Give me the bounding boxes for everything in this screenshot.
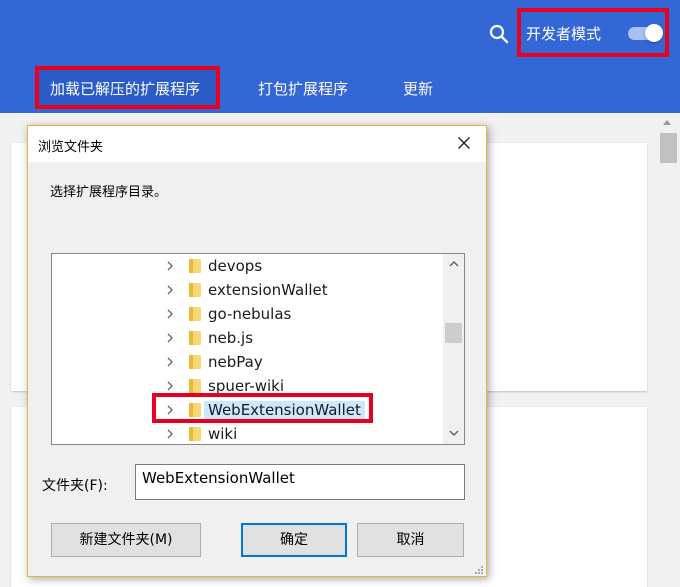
chevron-right-icon[interactable] bbox=[165, 381, 175, 391]
chevron-right-icon[interactable] bbox=[165, 357, 175, 367]
folder-icon bbox=[189, 427, 201, 441]
tree-item-label: nebPay bbox=[208, 353, 263, 371]
folder-field-label: 文件夹(F): bbox=[42, 478, 108, 494]
ok-button[interactable]: 确定 bbox=[241, 523, 347, 557]
selection-highlight bbox=[152, 393, 373, 423]
tree-item-label: wiki bbox=[208, 425, 238, 443]
chevron-right-icon[interactable] bbox=[165, 261, 175, 271]
folder-input[interactable]: WebExtensionWallet bbox=[135, 464, 465, 500]
tree-item-label: devops bbox=[208, 257, 263, 275]
folder-icon bbox=[189, 379, 201, 393]
folder-input-value: WebExtensionWallet bbox=[142, 469, 295, 487]
folder-icon bbox=[189, 283, 201, 297]
scroll-up-arrow-icon[interactable] bbox=[663, 120, 671, 125]
tree-item-label: go-nebulas bbox=[208, 305, 292, 323]
new-folder-button[interactable]: 新建文件夹(M) bbox=[51, 523, 201, 557]
tree-item-go-nebulas[interactable]: go-nebulas bbox=[52, 302, 442, 326]
chevron-right-icon[interactable] bbox=[165, 333, 175, 343]
chevron-right-icon[interactable] bbox=[165, 309, 175, 319]
search-icon[interactable] bbox=[489, 24, 509, 44]
pack-extension-button[interactable]: 打包扩展程序 bbox=[258, 78, 348, 99]
tree-item-devops[interactable]: devops bbox=[52, 254, 442, 278]
tree-item-nebpay[interactable]: nebPay bbox=[52, 350, 442, 374]
tree-item-wiki[interactable]: wiki bbox=[52, 422, 442, 446]
dialog-title: 浏览文件夹 bbox=[38, 140, 104, 155]
update-button[interactable]: 更新 bbox=[403, 78, 433, 99]
tree-item-label: extensionWallet bbox=[208, 281, 328, 299]
folder-icon bbox=[189, 307, 201, 321]
page-scrollbar-thumb[interactable] bbox=[660, 133, 677, 163]
chevron-up-icon[interactable] bbox=[449, 260, 459, 267]
resize-grip-icon[interactable] bbox=[474, 565, 484, 575]
toggle-knob bbox=[645, 24, 663, 42]
tree-item-extensionwallet[interactable]: extensionWallet bbox=[52, 278, 442, 302]
close-icon[interactable] bbox=[457, 136, 471, 150]
chevron-right-icon[interactable] bbox=[165, 285, 175, 295]
folder-icon bbox=[189, 259, 201, 273]
tree-scrollbar[interactable] bbox=[443, 254, 464, 444]
folder-icon bbox=[189, 355, 201, 369]
tree-scrollbar-thumb[interactable] bbox=[445, 323, 462, 343]
dev-mode-toggle[interactable] bbox=[626, 23, 664, 43]
chevron-right-icon[interactable] bbox=[165, 429, 175, 439]
folder-icon bbox=[189, 331, 201, 345]
cancel-button[interactable]: 取消 bbox=[357, 523, 464, 557]
dialog-prompt: 选择扩展程序目录。 bbox=[50, 185, 168, 200]
tree-item-label: neb.js bbox=[208, 329, 254, 347]
tree-item-neb-js[interactable]: neb.js bbox=[52, 326, 442, 350]
dev-mode-label: 开发者模式 bbox=[526, 25, 602, 43]
page-scrollbar[interactable] bbox=[657, 113, 680, 587]
chevron-down-icon[interactable] bbox=[449, 430, 459, 437]
load-unpacked-label: 加载已解压的扩展程序 bbox=[50, 80, 201, 98]
